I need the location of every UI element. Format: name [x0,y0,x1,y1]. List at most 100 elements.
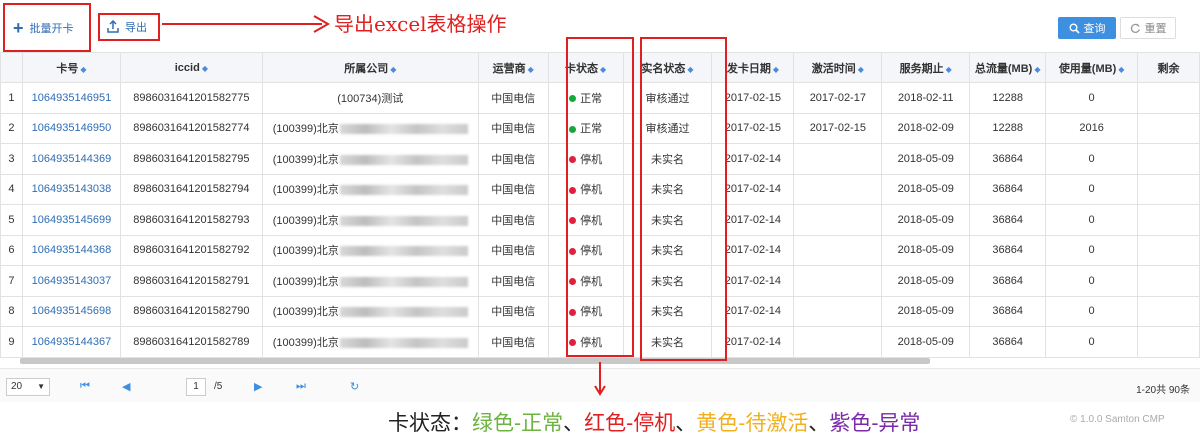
iccid-cell: 8986031641201582793 [119,204,263,236]
status-dot-icon [569,247,577,255]
page-size-select[interactable]: 20 ▼ [6,378,50,396]
current-page-input[interactable]: 1 [186,378,206,396]
column-header-9[interactable]: 总流量(MB) ◆ [969,52,1047,83]
card-number-link[interactable]: 1064935146951 [32,92,112,104]
next-page-icon[interactable]: ▶ [254,380,262,393]
company-value: (100734)测试 [337,92,404,105]
realname-status-cell: 未实名 [622,295,713,327]
sort-icon[interactable]: ◆ [390,65,396,74]
export-button[interactable]: 导出 [98,13,160,41]
sort-icon[interactable]: ◆ [858,65,864,74]
column-header-1[interactable]: iccid ◆ [119,52,263,83]
sort-icon[interactable]: ◆ [1034,65,1040,74]
column-header-4[interactable]: 卡状态 ◆ [547,52,624,83]
status-dot-icon [569,186,577,194]
sort-icon[interactable]: ◆ [1118,65,1124,74]
refresh-page-icon[interactable]: ↻ [350,380,359,393]
table-row[interactable]: 6 1064935144368 8986031641201582792 (100399… [0,234,1200,266]
table-header-row: 卡号 ◆ iccid ◆ 所属公司 ◆ 运营商 ◆ 卡状态 ◆ 实名状态 ◆ 发卡日期 ◆ 激活时间 ◆ 服务期… [0,52,1200,83]
sort-icon[interactable]: ◆ [80,65,86,74]
status-legend: 卡状态：绿色-正常、红色-停机、黄色-待激活、紫色-异常 [388,407,920,437]
card-number-link[interactable]: 1064935144369 [32,153,112,165]
column-header-11[interactable]: 剩余 [1137,52,1200,83]
card-number-link[interactable]: 1064935146950 [32,122,112,134]
iccid-value: 8986031641201582794 [133,183,250,196]
first-page-icon[interactable]: ⏮ [80,380,90,393]
horizontal-scrollbar[interactable] [20,358,930,364]
iccid-value: 8986031641201582790 [133,305,250,318]
reset-button[interactable]: 重置 [1120,17,1176,39]
realname-value: 未实名 [651,184,684,197]
legend-prefix: 卡状态： [388,411,472,435]
table-row[interactable]: 7 1064935143037 8986031641201582791 (100399… [0,265,1200,297]
card-number-link[interactable]: 1064935145699 [32,214,112,226]
card-number-cell: 1064935143037 [21,265,121,297]
row-index-value: 7 [8,274,15,287]
last-page-icon[interactable]: ⏭ [296,380,306,393]
iccid-value: 8986031641201582792 [133,244,250,257]
carrier-cell: 中国电信 [477,204,549,236]
card-status-cell: 停机 [547,234,624,266]
column-header-label: 激活时间 [811,62,856,75]
realname-value: 未实名 [651,214,684,227]
status-dot-icon [569,308,577,316]
iccid-cell: 898603164120158​2774 [119,112,263,144]
column-header-0[interactable]: 卡号 ◆ [21,52,121,83]
company-cell: (100734)测试 [261,82,479,114]
column-header-8[interactable]: 服务期止 ◆ [881,52,971,83]
iccid-cell: 89860316412015​82775 [119,82,263,114]
table-row[interactable]: 3 1064935144369 8986031641201582795 (100399… [0,143,1200,175]
column-header-7[interactable]: 激活时间 ◆ [793,52,883,83]
company-cell: (100399)北京 [261,326,479,358]
sort-icon[interactable]: ◆ [600,65,606,74]
issue-date-value: 2017-02-14 [724,213,782,226]
table-row[interactable]: 8 1064935145698 8986031641201582790 (100399… [0,295,1200,327]
sort-icon[interactable]: ◆ [946,65,952,74]
realname-status-cell: 未实名 [622,143,713,175]
bulk-open-card-button[interactable]: + 批量开卡 [3,3,91,52]
activation-time-cell [793,234,883,266]
card-number-link[interactable]: 1064935144368 [32,244,112,256]
realname-status-cell: 未实名 [622,204,713,236]
company-cell: (100399)北京 [261,204,479,236]
total-traffic-value: 36864 [992,183,1023,196]
column-header-6[interactable]: 发卡日期 ◆ [711,52,795,83]
iccid-value: 8986031641201582789 [133,335,250,348]
column-header-3[interactable]: 运营商 ◆ [477,52,549,83]
redacted-blur [339,307,468,318]
sort-icon[interactable]: ◆ [773,65,779,74]
card-number-link[interactable]: 1064935144367 [32,336,112,348]
status-value: 正常 [580,92,603,105]
card-status-cell: 正常 [547,112,624,144]
column-header-10[interactable]: 使用量(MB) ◆ [1045,52,1139,83]
query-button[interactable]: 查询 [1058,17,1116,39]
column-header-5[interactable]: 实名状态 ◆ [622,52,713,83]
iccid-cell: 8986031641201582791 [119,265,263,297]
table-row[interactable]: 4 1064935143038 8986031641201582794 (100399… [0,173,1200,205]
service-expire-cell: 2018-05-09 [881,295,971,327]
card-number-link[interactable]: 1064935143037 [32,275,112,287]
table-row[interactable]: 1 1064935146951 89860316412015​82775 (10073… [0,82,1200,114]
table-row[interactable]: 9 1064935144367 8986031641201582789 (100399… [0,326,1200,358]
card-status-cell: 正常 [547,82,624,114]
realname-value: 审核通过 [645,92,690,105]
sort-icon[interactable]: ◆ [687,65,693,74]
table-row[interactable]: 2 1064935146950 898603164120158​2774 (10039… [0,112,1200,144]
remaining-cell [1137,173,1200,205]
service-expire-value: 2018-05-09 [897,335,954,348]
redacted-blur [339,246,468,257]
table-row[interactable]: 5 1064935145699 8986031641201582793 (100399… [0,204,1200,236]
card-status-cell: 停机 [547,295,624,327]
prev-page-icon[interactable]: ◀ [122,380,130,393]
card-number-cell: 1064935145699 [21,204,121,236]
used-traffic-value: 0 [1088,305,1095,318]
service-expire-cell: 2018-05-09 [881,204,971,236]
sort-icon[interactable]: ◆ [202,64,208,73]
card-number-link[interactable]: 1064935145698 [32,305,112,317]
sort-icon[interactable]: ◆ [528,65,534,74]
row-index-value: 5 [8,213,15,226]
column-header-2[interactable]: 所属公司 ◆ [261,52,479,83]
carrier-cell: 中国电信 [477,112,549,144]
card-number-link[interactable]: 1064935143038 [32,183,112,195]
iccid-value: 8986031641201582795 [133,152,250,165]
